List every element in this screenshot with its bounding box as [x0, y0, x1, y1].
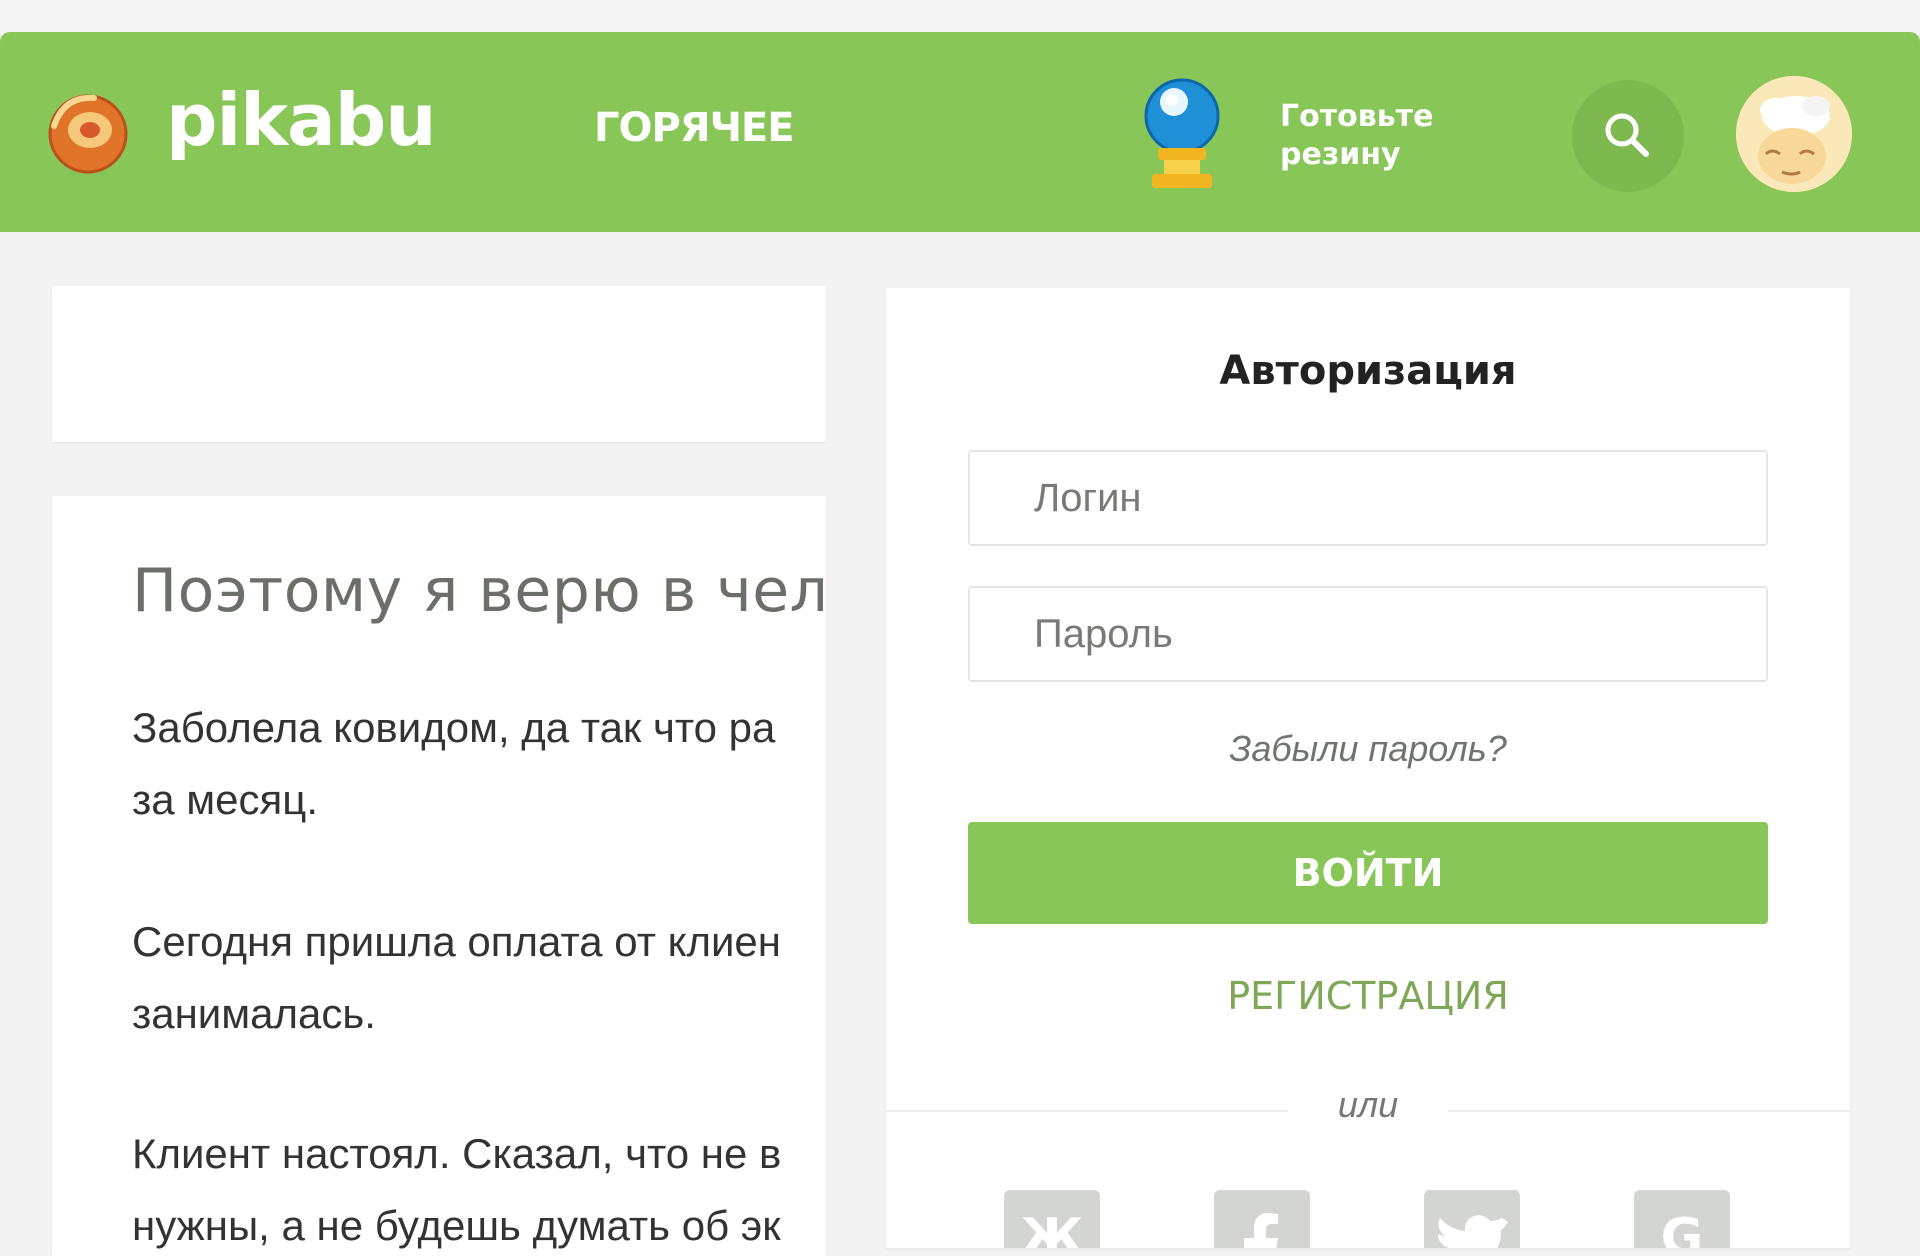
- password-input[interactable]: [970, 588, 1766, 680]
- post-paragraph: Сегодня пришла оплата от клиен занималас…: [132, 918, 781, 1037]
- twitter-login-button[interactable]: [1424, 1190, 1520, 1248]
- vk-icon: Ж: [1020, 1208, 1084, 1248]
- auth-panel: Авторизация Забыли пароль? ВОЙТИ РЕГИСТР…: [886, 288, 1850, 1248]
- nav-hot-link[interactable]: ГОРЯЧЕЕ: [594, 108, 795, 148]
- register-link[interactable]: РЕГИСТРАЦИЯ: [886, 974, 1850, 1018]
- post-card: Поэтому я верю в чело Заболела ковидом, …: [52, 496, 826, 1256]
- login-input[interactable]: [970, 452, 1766, 544]
- post-paragraph: Заболела ковидом, да так что ра за месяц…: [132, 704, 776, 823]
- google-icon: G: [1660, 1208, 1704, 1248]
- facebook-icon: [1244, 1213, 1278, 1248]
- or-label: или: [1288, 1084, 1448, 1126]
- brand-name[interactable]: pikabu: [166, 84, 436, 156]
- pikabu-logo-icon[interactable]: [44, 86, 134, 176]
- facebook-login-button[interactable]: [1214, 1190, 1310, 1248]
- avatar[interactable]: [1736, 76, 1852, 192]
- top-card: [52, 286, 826, 442]
- forgot-password-link[interactable]: Забыли пароль?: [886, 728, 1850, 770]
- search-icon: [1605, 113, 1649, 157]
- site-header: pikabu ГОРЯЧЕЕ Готовьте резину: [0, 32, 1920, 232]
- auth-title: Авторизация: [1219, 348, 1517, 394]
- post-title[interactable]: Поэтому я верю в чело: [132, 556, 826, 626]
- login-field[interactable]: [968, 450, 1768, 546]
- twitter-icon: [1438, 1215, 1508, 1248]
- post-paragraph: Клиент настоял. Сказал, что не в нужны, …: [132, 1130, 782, 1249]
- search-button[interactable]: [1572, 80, 1684, 192]
- vk-login-button[interactable]: Ж: [1004, 1190, 1100, 1248]
- password-field[interactable]: [968, 586, 1768, 682]
- promo-text[interactable]: Готовьте резину: [1280, 98, 1480, 174]
- avatar-icon: [1736, 76, 1852, 192]
- google-login-button[interactable]: G: [1634, 1190, 1730, 1248]
- crystal-ball-icon[interactable]: [1136, 74, 1228, 194]
- login-button[interactable]: ВОЙТИ: [968, 822, 1768, 924]
- browser-top-strip: [0, 0, 1920, 32]
